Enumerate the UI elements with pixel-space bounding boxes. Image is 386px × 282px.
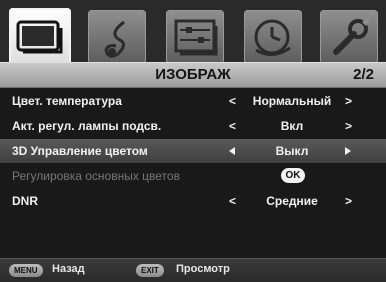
row-label: Цвет. температура (12, 94, 122, 108)
exit-key-icon: EXIT (136, 264, 164, 277)
row-color-temperature[interactable]: Цвет. температура < Нормальный > (0, 89, 386, 113)
row-label: Акт. регул. лампы подсв. (12, 119, 162, 133)
arrow-right[interactable]: > (345, 194, 352, 208)
music-note-icon (104, 20, 125, 58)
clock-icon (254, 19, 291, 56)
tab-picture[interactable] (9, 8, 71, 66)
row-value: Вкл (280, 119, 304, 133)
tab-setup[interactable] (166, 10, 224, 64)
row-primary-color-adjust: Регулировка основных цветов OK (0, 164, 386, 188)
row-3d-color-management[interactable]: 3D Управление цветом Выкл (0, 139, 386, 163)
arrow-left[interactable]: < (229, 94, 236, 108)
triangle-left-icon[interactable] (229, 144, 235, 158)
menu-key-label: Назад (52, 263, 85, 275)
exit-key-label: Просмотр (176, 263, 230, 275)
arrow-left[interactable]: < (229, 119, 236, 133)
row-label: 3D Управление цветом (12, 144, 148, 158)
row-value: Средние (266, 194, 318, 208)
tab-sound[interactable] (88, 10, 146, 64)
page-indicator: 2/2 (353, 66, 374, 83)
tv-osd-menu: ИЗОБРАЖ 2/2 Цвет. температура < Нормальн… (0, 0, 386, 282)
arrow-right[interactable]: > (345, 119, 352, 133)
tv-icon (16, 20, 63, 54)
sliders-icon (174, 19, 218, 56)
menu-title: ИЗОБРАЖ (155, 66, 231, 83)
triangle-right-icon[interactable] (345, 144, 351, 158)
tab-settings[interactable] (320, 10, 378, 64)
ok-button-icon: OK (281, 168, 305, 183)
menu-header: ИЗОБРАЖ 2/2 (0, 62, 386, 88)
menu-key-icon: MENU (9, 264, 43, 277)
footer-hint-bar: MENU Назад EXIT Просмотр (0, 258, 386, 282)
wrench-icon (333, 18, 370, 55)
row-backlight-control[interactable]: Акт. регул. лампы подсв. < Вкл > (0, 114, 386, 138)
tab-time[interactable] (244, 10, 302, 64)
row-value: Выкл (275, 144, 309, 158)
row-label: Регулировка основных цветов (12, 169, 180, 183)
row-label: DNR (12, 194, 38, 208)
row-dnr[interactable]: DNR < Средние > (0, 189, 386, 213)
row-value: Нормальный (252, 94, 332, 108)
arrow-right[interactable]: > (345, 94, 352, 108)
arrow-left[interactable]: < (229, 194, 236, 208)
